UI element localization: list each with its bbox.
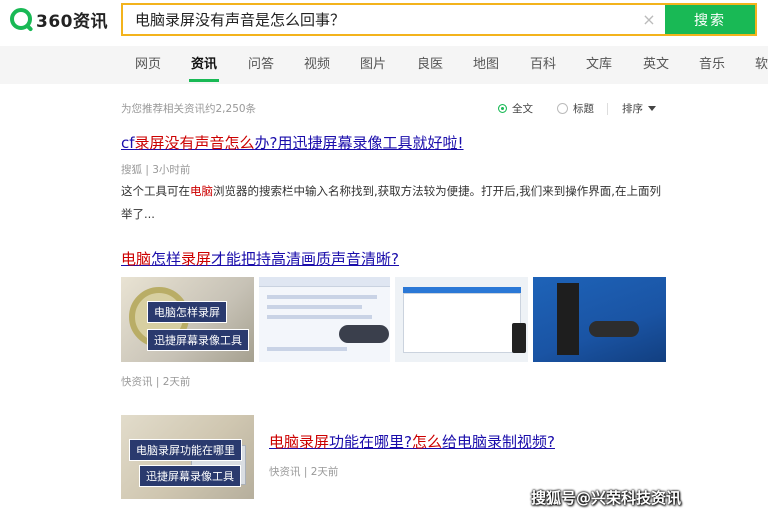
caret-down-icon — [648, 106, 656, 111]
title-segment: 怎样 — [151, 250, 182, 268]
result-thumbnail-5[interactable]: 电脑录屏功能在哪里 迅捷屏幕录像工具 — [121, 415, 254, 499]
filter-title[interactable]: 标题 — [557, 101, 594, 116]
result-title-2[interactable]: 电脑怎样录屏才能把持高清画质声音清晰? — [121, 248, 399, 269]
ui-row — [267, 315, 372, 319]
search-logo-icon — [10, 8, 32, 30]
result-title-3[interactable]: 电脑录屏功能在哪里?怎么给电脑录制视频? — [269, 431, 555, 452]
result-title-1[interactable]: cf录屏没有声音怎么办?用迅捷屏幕录像工具就好啦! — [121, 132, 464, 153]
thumbnail-caption: 电脑怎样录屏 — [147, 301, 227, 323]
title-highlight: 录屏没有声音怎么 — [134, 134, 255, 152]
radio-checked-icon — [498, 104, 507, 113]
ui-row — [267, 305, 362, 309]
radio-unchecked-icon — [557, 103, 568, 114]
result-source-1: 搜狐 | 3小时前 — [121, 164, 191, 176]
result-thumbnail-3[interactable] — [395, 277, 528, 362]
title-segment: 才能把持高清画质声音清晰? — [211, 250, 400, 268]
divider — [607, 103, 608, 115]
sort-label: 排序 — [622, 103, 643, 115]
tab-doctor[interactable]: 良医 — [417, 46, 443, 84]
title-highlight: 电脑录屏 — [269, 433, 330, 451]
clear-icon[interactable]: × — [633, 5, 665, 34]
title-highlight: 录屏 — [181, 250, 212, 268]
tab-baike[interactable]: 百科 — [530, 46, 556, 84]
title-segment: 办?用迅捷屏幕录像工具就好啦! — [254, 134, 464, 152]
category-tabs: 网页 资讯 问答 视频 图片 良医 地图 百科 文库 英文 音乐 软 — [0, 46, 768, 84]
search-input[interactable] — [123, 5, 633, 34]
result-snippet-1: 这个工具可在电脑浏览器的搜索栏中输入名称找到,获取方法较为便捷。打开后,我们来到… — [121, 180, 666, 226]
filter-all[interactable]: 全文 — [498, 101, 533, 116]
recording-toolbar — [589, 321, 639, 337]
window-titlebar — [259, 277, 390, 287]
thumbnail-caption: 迅捷屏幕录像工具 — [139, 465, 241, 487]
search-box: × 搜索 — [121, 3, 757, 36]
app-window — [403, 293, 521, 353]
result-thumbnail-1[interactable]: 电脑怎样录屏 迅捷屏幕录像工具 — [121, 277, 254, 362]
tab-news[interactable]: 资讯 — [188, 46, 220, 84]
phone-image — [512, 323, 526, 353]
title-segment: 给电脑录制视频? — [442, 433, 555, 451]
thumbnail-caption: 迅捷屏幕录像工具 — [147, 329, 249, 351]
result-meta: 为您推荐相关资讯约2,250条 全文 标题 排序 — [121, 101, 666, 117]
result-source-3: 快资讯 | 2天前 — [269, 466, 339, 478]
recording-toolbar — [339, 325, 389, 343]
result-source-2: 快资讯 | 2天前 — [121, 376, 191, 388]
title-segment: cf — [121, 134, 135, 152]
tab-map[interactable]: 地图 — [473, 46, 499, 84]
watermark: 搜狐号@兴荣科技资讯 — [531, 489, 682, 507]
tool-panel — [557, 283, 579, 355]
title-highlight: 怎么 — [411, 433, 442, 451]
result-thumbnail-2[interactable] — [259, 277, 390, 362]
result-count: 为您推荐相关资讯约2,250条 — [121, 103, 257, 115]
title-segment: 功能在哪里? — [329, 433, 412, 451]
result-thumbnail-4[interactable] — [533, 277, 666, 362]
sort-dropdown[interactable]: 排序 — [622, 101, 656, 116]
tab-software[interactable]: 软 — [755, 46, 768, 84]
search-button[interactable]: 搜索 — [665, 5, 755, 34]
filter-all-label: 全文 — [512, 103, 533, 115]
title-highlight: 电脑 — [121, 250, 152, 268]
tab-images[interactable]: 图片 — [360, 46, 386, 84]
tab-wenku[interactable]: 文库 — [586, 46, 612, 84]
snippet-highlight: 电脑 — [190, 184, 213, 198]
filter-title-label: 标题 — [573, 103, 594, 115]
thumbnail-caption: 电脑录屏功能在哪里 — [129, 439, 242, 461]
tab-video[interactable]: 视频 — [304, 46, 330, 84]
snippet-segment: 这个工具可在 — [121, 184, 190, 198]
header: 360资讯 × 搜索 — [0, 0, 768, 40]
tab-web[interactable]: 网页 — [135, 46, 161, 84]
tab-qa[interactable]: 问答 — [248, 46, 274, 84]
tab-music[interactable]: 音乐 — [699, 46, 725, 84]
logo[interactable]: 360资讯 — [10, 6, 108, 32]
logo-text: 360资讯 — [36, 11, 108, 32]
ui-row — [267, 295, 377, 299]
tab-english[interactable]: 英文 — [643, 46, 669, 84]
ui-row — [267, 347, 347, 351]
